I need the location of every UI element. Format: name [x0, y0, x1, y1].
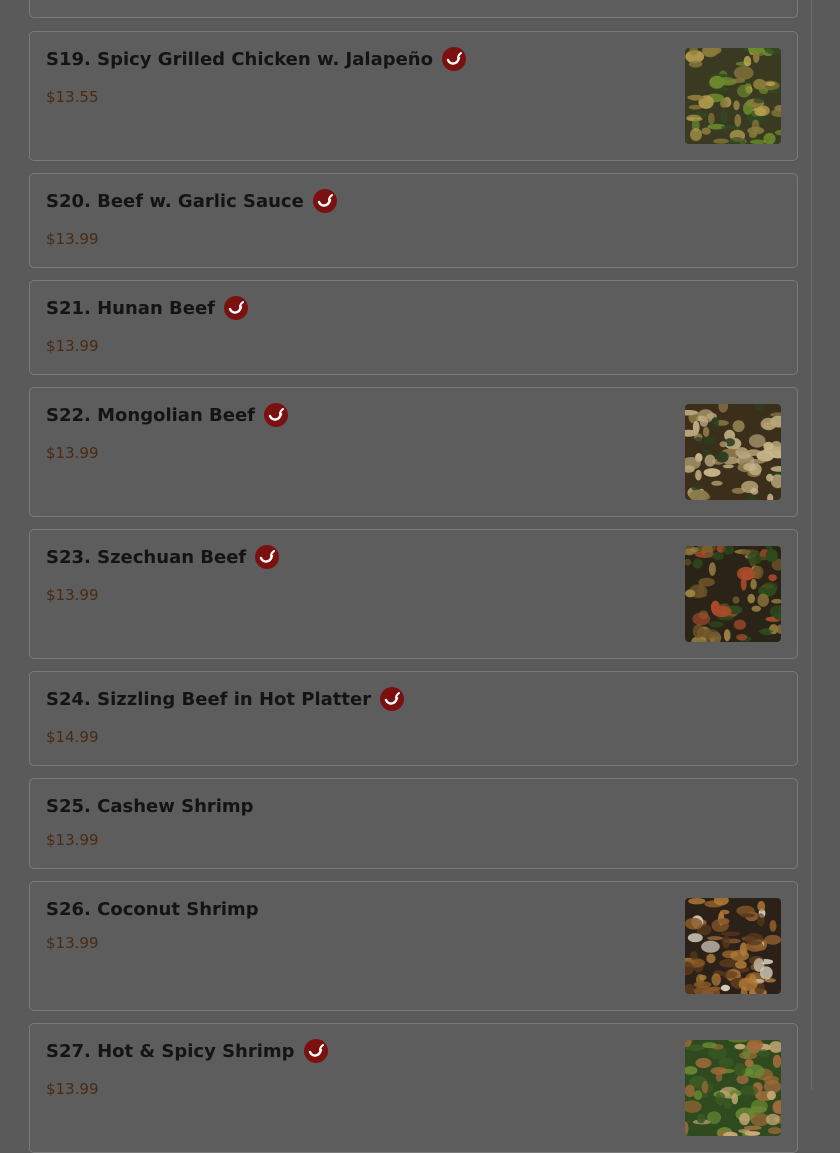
menu-item-card[interactable]: S22. Mongolian Beef $13.99 — [29, 387, 798, 517]
item-name: S24. Sizzling Beef in Hot Platter — [46, 688, 372, 710]
menu-item-card[interactable]: S19. Spicy Grilled Chicken w. Jalapeño $… — [29, 31, 798, 161]
item-price: $13.55 — [46, 88, 99, 106]
item-name: S23. Szechuan Beef — [46, 546, 247, 568]
item-name: S19. Spicy Grilled Chicken w. Jalapeño — [46, 48, 433, 70]
item-price: $13.99 — [46, 444, 99, 462]
spicy-chili-icon — [255, 545, 280, 569]
item-price: $13.99 — [46, 1080, 99, 1098]
menu-item-card[interactable]: S26. Coconut Shrimp $13.99 — [29, 881, 798, 1011]
item-price: $14.99 — [46, 728, 99, 746]
item-price: $13.99 — [46, 831, 99, 849]
item-photo[interactable] — [685, 404, 781, 500]
item-price: $13.99 — [46, 586, 99, 604]
spicy-chili-icon — [303, 1039, 328, 1063]
item-name: S26. Coconut Shrimp — [46, 899, 259, 920]
item-name: S21. Hunan Beef — [46, 297, 216, 319]
item-photo[interactable] — [685, 1040, 781, 1136]
item-photo[interactable] — [685, 546, 781, 642]
spicy-chili-icon — [264, 403, 288, 427]
scrollbar-track[interactable] — [811, 0, 812, 1089]
menu-item-card[interactable]: S21. Hunan Beef $13.99 — [29, 280, 798, 375]
menu-item-card[interactable]: S27. Hot & Spicy Shrimp $13.99 — [29, 1023, 798, 1153]
item-name: S22. Mongolian Beef — [46, 404, 255, 426]
menu-item-card-previous[interactable] — [29, 0, 798, 18]
spicy-chili-icon — [224, 296, 249, 320]
menu-item-card[interactable]: S20. Beef w. Garlic Sauce $13.99 — [29, 173, 798, 268]
menu-list: S19. Spicy Grilled Chicken w. Jalapeño $… — [0, 0, 840, 1153]
item-name: S25. Cashew Shrimp — [46, 796, 254, 817]
menu-item-card[interactable]: S25. Cashew Shrimp $13.99 — [29, 778, 798, 869]
menu-item-card[interactable]: S24. Sizzling Beef in Hot Platter $14.99 — [29, 671, 798, 766]
spicy-chili-icon — [312, 189, 337, 213]
item-photo[interactable] — [685, 48, 781, 144]
item-name: S20. Beef w. Garlic Sauce — [46, 190, 304, 212]
item-photo[interactable] — [685, 898, 781, 994]
spicy-chili-icon — [380, 687, 405, 711]
item-name: S27. Hot & Spicy Shrimp — [46, 1040, 295, 1062]
item-price: $13.99 — [46, 934, 99, 952]
menu-item-card[interactable]: S23. Szechuan Beef $13.99 — [29, 529, 798, 659]
spicy-chili-icon — [441, 47, 466, 71]
item-price: $13.99 — [46, 230, 99, 248]
item-price: $13.99 — [46, 337, 99, 355]
